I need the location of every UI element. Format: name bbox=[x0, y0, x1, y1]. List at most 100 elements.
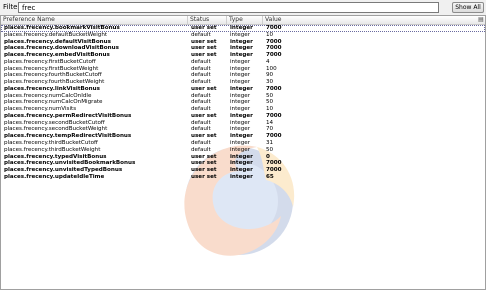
pref-value: 10 bbox=[266, 106, 274, 113]
pref-type: integer bbox=[230, 173, 253, 180]
pref-status: user set bbox=[191, 153, 217, 160]
pref-status: user set bbox=[191, 25, 217, 31]
preferences-tree[interactable]: Preference Name Status Type Value ▤ plac… bbox=[0, 15, 486, 290]
table-row[interactable]: places.frecency.numCalcOnMigrate default i… bbox=[1, 99, 485, 106]
table-row[interactable]: places.frecency.fourthBucketCutoff defaul… bbox=[1, 72, 485, 79]
pref-value: 70 bbox=[266, 126, 274, 133]
pref-status: default bbox=[191, 58, 211, 65]
pref-status: default bbox=[191, 99, 211, 106]
pref-value: 31 bbox=[266, 140, 274, 147]
table-row[interactable]: places.frecency.typedVisitBonus user set i… bbox=[1, 154, 485, 161]
pref-value: 7000 bbox=[266, 45, 282, 52]
pref-value: 7000 bbox=[266, 167, 282, 174]
table-row[interactable]: places.frecency.secondBucketCutoff defaul… bbox=[1, 120, 485, 127]
pref-value: 7000 bbox=[266, 38, 282, 45]
pref-value: 4 bbox=[266, 58, 270, 65]
pref-status: default bbox=[191, 106, 211, 113]
pref-status: default bbox=[191, 31, 211, 38]
pref-type: integer bbox=[230, 45, 253, 52]
table-row[interactable]: places.frecency.thirdBucketCutoff default… bbox=[1, 140, 485, 147]
column-header-status[interactable]: Status bbox=[188, 16, 227, 24]
pref-type: integer bbox=[230, 160, 253, 167]
pref-value: 7000 bbox=[266, 160, 282, 167]
column-header-type[interactable]: Type bbox=[227, 16, 263, 24]
pref-status: user set bbox=[191, 160, 217, 167]
table-row[interactable]: places.frecency.thirdBucketWeight default… bbox=[1, 147, 485, 154]
pref-type: integer bbox=[230, 99, 251, 106]
pref-name: places.frecency.secondBucketCutoff bbox=[4, 119, 105, 126]
pref-value: 7000 bbox=[266, 52, 282, 59]
pref-status: default bbox=[191, 146, 211, 153]
pref-type: integer bbox=[230, 140, 251, 147]
filter-input[interactable] bbox=[18, 2, 439, 13]
table-row[interactable]: places.frecency.permRedirectVisitBonus us… bbox=[1, 113, 485, 120]
pref-type: integer bbox=[230, 119, 251, 126]
show-all-button[interactable]: Show All bbox=[452, 2, 484, 13]
table-row[interactable]: places.frecency.tempRedirectVisitBonus us… bbox=[1, 133, 485, 140]
column-header-name[interactable]: Preference Name bbox=[1, 16, 188, 24]
column-picker-icon[interactable]: ▤ bbox=[477, 16, 485, 24]
pref-name: places.frecency.defaultVisitBonus bbox=[4, 38, 111, 45]
preferences-list: places.frecency.bookmarkVisitBonus user s… bbox=[1, 25, 485, 181]
pref-type: integer bbox=[230, 153, 253, 160]
pref-name: places.frecency.numCalcOnMigrate bbox=[4, 99, 103, 106]
pref-type: integer bbox=[230, 126, 251, 133]
table-row[interactable]: places.frecency.firstBucketCutoff default… bbox=[1, 59, 485, 66]
table-row[interactable]: places.frecency.defaultBucketWeight defau… bbox=[1, 32, 485, 39]
pref-status: default bbox=[191, 126, 211, 133]
pref-type: integer bbox=[230, 79, 251, 86]
pref-value: 7000 bbox=[266, 85, 282, 92]
table-row[interactable]: places.frecency.secondBucketWeight defaul… bbox=[1, 126, 485, 133]
pref-type: integer bbox=[230, 52, 253, 59]
table-row[interactable]: places.frecency.linkVisitBonus user set in… bbox=[1, 86, 485, 93]
table-row[interactable]: places.frecency.unvisitedTypedBonus user … bbox=[1, 167, 485, 174]
pref-type: integer bbox=[230, 25, 253, 31]
pref-name: places.frecency.fourthBucketWeight bbox=[4, 79, 105, 86]
pref-name: places.frecency.typedVisitBonus bbox=[4, 153, 107, 160]
pref-value: 30 bbox=[266, 79, 274, 86]
pref-type: integer bbox=[230, 133, 253, 140]
pref-status: user set bbox=[191, 38, 217, 45]
table-row[interactable]: places.frecency.unvisitedBookmarkBonus us… bbox=[1, 160, 485, 167]
column-header: Preference Name Status Type Value ▤ bbox=[1, 16, 485, 25]
pref-type: integer bbox=[230, 85, 253, 92]
table-row[interactable]: places.frecency.defaultVisitBonus user se… bbox=[1, 39, 485, 46]
pref-name: places.frecency.linkVisitBonus bbox=[4, 85, 100, 92]
table-row[interactable]: places.frecency.numCalcOnIdle default inte… bbox=[1, 93, 485, 100]
table-row[interactable]: places.frecency.updateIdleTime user set in… bbox=[1, 174, 485, 181]
pref-status: user set bbox=[191, 85, 217, 92]
pref-type: integer bbox=[230, 65, 251, 72]
pref-name: places.frecency.bookmarkVisitBonus bbox=[4, 25, 120, 31]
pref-type: integer bbox=[230, 167, 253, 174]
table-row[interactable]: places.frecency.downloadVisitBonus user s… bbox=[1, 45, 485, 52]
pref-status: default bbox=[191, 92, 211, 99]
pref-status: user set bbox=[191, 173, 217, 180]
table-row[interactable]: places.frecency.embedVisitBonus user set i… bbox=[1, 52, 485, 59]
filter-bar: Filter: Show All bbox=[0, 0, 486, 15]
pref-type: integer bbox=[230, 31, 251, 38]
pref-status: default bbox=[191, 79, 211, 86]
pref-name: places.frecency.unvisitedBookmarkBonus bbox=[4, 160, 136, 167]
pref-value: 0 bbox=[266, 153, 270, 160]
pref-value: 100 bbox=[266, 65, 277, 72]
pref-value: 7000 bbox=[266, 133, 282, 140]
pref-type: integer bbox=[230, 38, 253, 45]
pref-type: integer bbox=[230, 106, 251, 113]
pref-name: places.frecency.updateIdleTime bbox=[4, 173, 105, 180]
pref-status: default bbox=[191, 72, 211, 79]
table-row[interactable]: places.frecency.firstBucketWeight default… bbox=[1, 66, 485, 73]
pref-name: places.frecency.downloadVisitBonus bbox=[4, 45, 119, 52]
pref-type: integer bbox=[230, 112, 253, 119]
pref-value: 90 bbox=[266, 72, 274, 79]
table-row[interactable]: places.frecency.fourthBucketWeight defaul… bbox=[1, 79, 485, 86]
table-row[interactable]: places.frecency.bookmarkVisitBonus user s… bbox=[1, 25, 485, 32]
pref-name: places.frecency.thirdBucketWeight bbox=[4, 146, 101, 153]
pref-value: 50 bbox=[266, 146, 274, 153]
pref-value: 50 bbox=[266, 92, 274, 99]
pref-type: integer bbox=[230, 146, 251, 153]
table-row[interactable]: places.frecency.numVisits default integer 1… bbox=[1, 106, 485, 113]
pref-value: 14 bbox=[266, 119, 274, 126]
column-header-value[interactable]: Value bbox=[263, 16, 477, 24]
pref-value: 50 bbox=[266, 99, 274, 106]
pref-status: default bbox=[191, 65, 211, 72]
